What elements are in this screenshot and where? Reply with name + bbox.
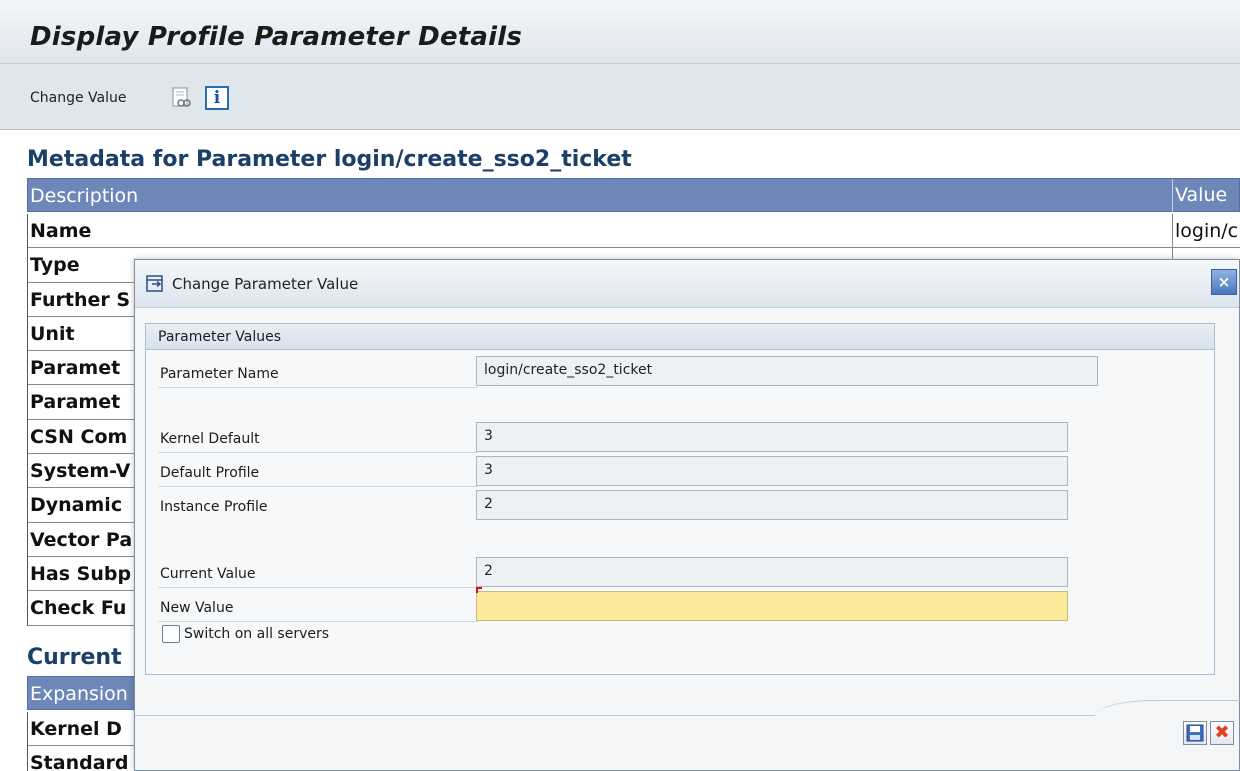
field-underline [158, 387, 478, 388]
switch-all-servers-label[interactable]: Switch on all servers [184, 626, 329, 642]
field-underline [158, 587, 478, 588]
field-underline [158, 621, 478, 622]
row-label: Type [30, 254, 80, 277]
row-label: Kernel D [30, 718, 122, 740]
description-column-header: Description [30, 185, 139, 207]
dialog-header: Change Parameter Value × [135, 260, 1239, 308]
text-cursor-marker [476, 587, 482, 593]
save-icon [1186, 724, 1204, 742]
switch-all-servers-checkbox[interactable] [162, 625, 180, 643]
instance-profile-field: 2 [476, 490, 1068, 520]
parameter-name-label: Parameter Name [160, 366, 279, 382]
current-value-label: Current Value [160, 566, 256, 582]
default-profile-field: 3 [476, 456, 1068, 486]
row-label: Paramet [30, 391, 121, 414]
row-label: Standard [30, 752, 129, 771]
field-underline [158, 452, 478, 453]
kernel-default-label: Kernel Default [160, 431, 260, 447]
save-button[interactable] [1183, 721, 1207, 745]
expansion-column-header: Expansion [30, 683, 128, 705]
page-title: Display Profile Parameter Details [30, 22, 523, 52]
default-profile-label: Default Profile [160, 465, 260, 481]
row-label: Dynamic [30, 494, 123, 517]
group-header: Parameter Values [146, 324, 1214, 350]
change-parameter-dialog: Change Parameter Value × Parameter Value… [134, 259, 1240, 771]
value-column-header: Value [1172, 179, 1227, 213]
row-label: Check Fu [30, 597, 127, 620]
parameter-values-group: Parameter Values Parameter Name login/cr… [145, 323, 1215, 675]
row-label: Paramet [30, 357, 121, 380]
dialog-window-icon [145, 274, 165, 294]
dialog-footer-curve [1095, 700, 1240, 716]
row-label: CSN Com [30, 425, 128, 448]
row-label: Has Subp [30, 562, 132, 585]
row-value: login/c [1172, 214, 1240, 248]
instance-profile-label: Instance Profile [160, 499, 268, 515]
row-label: System-V [30, 460, 131, 483]
page-header: Display Profile Parameter Details [0, 0, 1240, 64]
kernel-default-field: 3 [476, 422, 1068, 452]
new-value-input[interactable] [476, 591, 1068, 621]
metadata-table-header: Description Value [27, 178, 1240, 213]
row-label: Name [30, 220, 92, 242]
close-icon[interactable]: × [1211, 269, 1237, 295]
row-label: Unit [30, 322, 75, 345]
info-icon[interactable]: i [205, 86, 229, 110]
change-value-button[interactable]: Change Value [30, 90, 127, 106]
parameter-name-field: login/create_sso2_ticket [476, 356, 1098, 386]
new-value-label: New Value [160, 600, 234, 616]
group-title: Parameter Values [158, 329, 282, 345]
current-value-field: 2 [476, 557, 1068, 587]
toolbar: Change Value i [0, 64, 1240, 130]
cancel-icon: ✖ [1214, 722, 1230, 743]
display-documentation-icon[interactable] [170, 86, 194, 110]
metadata-section-title: Metadata for Parameter login/create_sso2… [27, 147, 632, 172]
row-label: Vector Pa [30, 528, 133, 551]
dialog-footer-divider [135, 715, 1095, 716]
table-row[interactable]: Name login/c [27, 214, 1240, 249]
cancel-button[interactable]: ✖ [1210, 721, 1234, 745]
field-underline [158, 486, 478, 487]
current-section-title: Current [27, 645, 122, 670]
dialog-title: Change Parameter Value [172, 275, 359, 293]
row-label: Further S [30, 288, 131, 311]
